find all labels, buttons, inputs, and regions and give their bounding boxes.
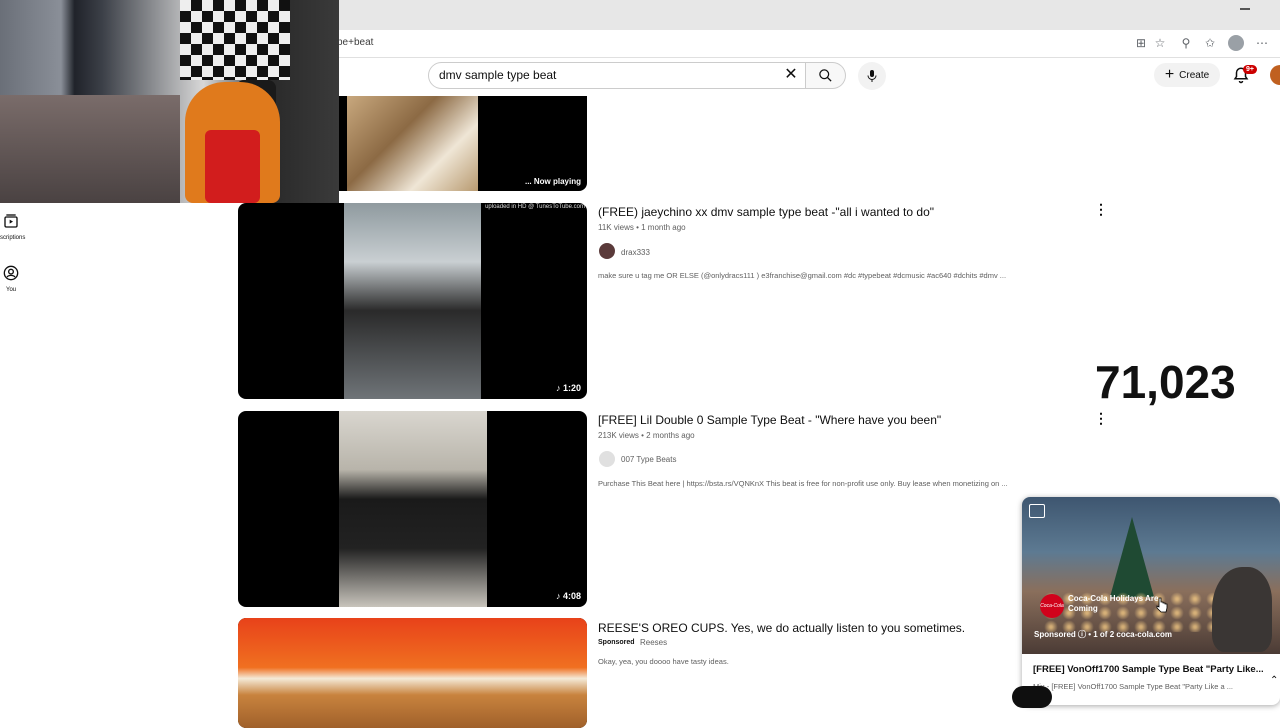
snackbar-pill xyxy=(1012,686,1052,708)
video-description: Purchase This Beat here | https://bsta.r… xyxy=(598,479,1008,488)
bed xyxy=(0,95,180,203)
nav-subscriptions-label[interactable]: scriptions xyxy=(0,235,25,241)
extension-icon[interactable]: ⚲ xyxy=(1178,35,1194,51)
plus-icon: + xyxy=(1164,66,1175,83)
browser-profile-avatar[interactable] xyxy=(1228,35,1244,51)
more-actions-icon[interactable]: ⋮ xyxy=(1094,411,1108,427)
minimize-icon[interactable] xyxy=(1240,8,1250,10)
create-button[interactable]: + Create xyxy=(1154,63,1220,87)
miniplayer-video-title[interactable]: [FREE] VonOff1700 Sample Type Beat "Part… xyxy=(1033,664,1264,675)
ad-title[interactable]: REESE'S OREO CUPS. Yes, we do actually l… xyxy=(598,621,965,635)
duration-text: 4:08 xyxy=(562,591,581,601)
clear-search-icon[interactable]: ✕ xyxy=(782,66,800,84)
search-icon xyxy=(819,69,832,82)
ad-card[interactable]: Coca-Cola Coca-Cola Holidays Are Coming … xyxy=(1022,497,1280,705)
christmas-tree xyxy=(1110,517,1154,597)
thumbnail-overlay-text: uploaded in HD @ TunesToTube.com xyxy=(485,204,585,210)
you-icon[interactable] xyxy=(3,265,19,281)
mouse-cursor-icon xyxy=(1156,597,1168,613)
advertiser-name[interactable]: Reeses xyxy=(640,638,667,647)
more-menu-icon[interactable]: ⋯ xyxy=(1254,35,1270,51)
video-meta: 11K views • 1 month ago xyxy=(598,223,686,232)
video-thumbnail[interactable]: uploaded in HD @ TunesToTube.com ♪ 1:20 xyxy=(238,203,587,399)
video-title[interactable]: [FREE] Lil Double 0 Sample Type Beat - "… xyxy=(598,413,941,427)
create-label: Create xyxy=(1179,69,1210,81)
duration-badge: ♪ 4:08 xyxy=(555,591,581,601)
video-thumbnail[interactable]: ♪ 4:08 xyxy=(238,411,587,607)
thumbnail-image xyxy=(238,618,587,728)
nav-you-label[interactable]: You xyxy=(6,287,16,293)
video-meta: 213K views • 2 months ago xyxy=(598,431,695,440)
sponsored-label: Sponsored xyxy=(598,639,635,646)
now-playing-image xyxy=(347,96,478,191)
notification-badge: 9+ xyxy=(1243,65,1257,74)
favorites-icon[interactable]: ✩ xyxy=(1202,35,1218,51)
channel-name[interactable]: 007 Type Beats xyxy=(621,455,676,464)
ad-headline[interactable]: Coca-Cola Holidays Are Coming xyxy=(1068,594,1168,614)
duration-badge: ♪ 1:20 xyxy=(555,383,581,393)
now-playing-thumbnail[interactable]: ... Now playing xyxy=(339,96,587,191)
more-actions-icon[interactable]: ⋮ xyxy=(1094,202,1108,218)
ad-sponsored-row: Sponsored ⓘ • 1 of 2 coca-cola.com xyxy=(1034,630,1172,639)
channel-avatar[interactable] xyxy=(599,243,615,259)
video-description: make sure u tag me OR ELSE (@onlydracs11… xyxy=(598,271,1007,280)
microphone-icon xyxy=(867,70,877,82)
video-title[interactable]: (FREE) jaeychino xx dmv sample type beat… xyxy=(598,205,934,219)
ad-thumbnail[interactable] xyxy=(238,618,587,728)
subscriptions-icon[interactable] xyxy=(3,213,19,229)
squirrel xyxy=(1212,567,1272,652)
favorite-star-icon[interactable]: ☆ xyxy=(1152,35,1168,51)
checkered-wall xyxy=(180,0,290,80)
channel-avatar[interactable] xyxy=(599,451,615,467)
search-query[interactable]: dmv sample type beat xyxy=(439,68,556,82)
miniplayer-icon[interactable] xyxy=(1029,504,1045,518)
ad-image[interactable]: Coca-Cola Coca-Cola Holidays Are Coming … xyxy=(1022,497,1280,654)
search-button[interactable] xyxy=(806,62,846,89)
now-playing-label: ... Now playing xyxy=(524,177,581,186)
ad-description: Okay, yea, you doooo have tasty ideas. xyxy=(598,657,729,666)
channel-name[interactable]: drax333 xyxy=(621,248,650,257)
expand-icon[interactable]: ⌃ xyxy=(1270,675,1278,686)
webcam-overlay xyxy=(0,0,339,203)
voice-search-button[interactable] xyxy=(858,62,886,90)
streamer-shirt xyxy=(205,130,260,203)
duration-text: 1:20 xyxy=(562,383,581,393)
thumbnail-image xyxy=(344,203,481,399)
thumbnail-image xyxy=(339,411,487,607)
advertiser-logo[interactable]: Coca-Cola xyxy=(1040,594,1064,618)
apps-icon[interactable]: ⊞ xyxy=(1133,35,1149,51)
stream-counter: 71,023 xyxy=(1095,356,1236,408)
miniplayer-video-subtitle: Mix - [FREE] VonOff1700 Sample Type Beat… xyxy=(1033,682,1233,691)
